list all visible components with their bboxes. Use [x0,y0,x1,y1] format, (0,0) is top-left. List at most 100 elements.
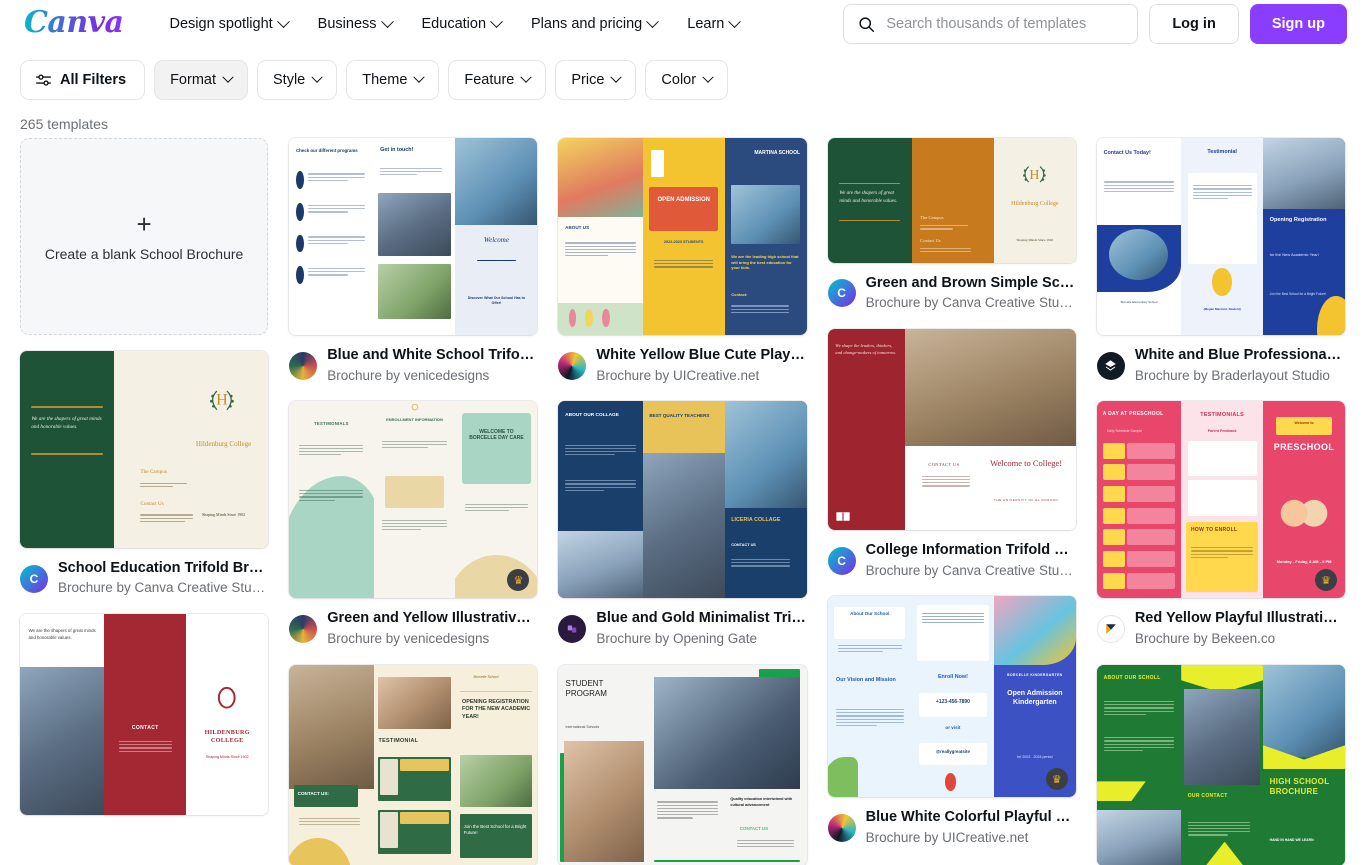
uicreative-avatar[interactable] [558,351,587,380]
template-card-high-school-brochure[interactable]: ABOUT OUR SCHOLL OUR CONTACT HIGH SCHOOL… [1096,664,1346,865]
canva-logo[interactable]: Canva [18,5,130,43]
thumb-quote: We are the shapers of great minds and ho… [28,628,96,641]
thumb-title: OPENING REGISTRATION FOR THE NEW ACADEMI… [462,698,531,720]
login-button[interactable]: Log in [1149,4,1239,44]
venice-avatar[interactable] [289,351,318,380]
template-author: Brochure by UICreative.net [865,830,1029,845]
template-card-green-brown-simple-school[interactable]: We are the shapers of great minds and ho… [827,138,1076,313]
all-filters-button[interactable]: All Filters [20,60,146,100]
thumb-heading: About Our School [850,610,890,616]
thumb-tagline: Shaping Minds Since 1902 [1016,237,1054,242]
template-author: Brochure by Braderlayout Studio [1134,367,1330,383]
nav-item-learn[interactable]: Learn [673,8,753,40]
thumb-heading: ENROLLMENT INFORMATION [386,417,443,423]
filter-color[interactable]: Color [645,60,729,100]
thumb-tagline: Shaping Minds Since 1902 [205,755,249,760]
thumb-visit: or visit [945,725,961,731]
template-meta: White Yellow Blue Cute Play… Brochure by… [558,346,806,385]
filter-feature[interactable]: Feature [448,60,547,100]
chevron-down-icon [276,14,290,28]
sliders-icon [36,73,51,86]
thumb-brand: BORCELLE KINDERGARTEN [1007,672,1063,677]
template-title: Red Yellow Playful Illustrati… [1134,610,1338,627]
thumb-join: Join the Best School for a Bright Future… [463,823,527,835]
thumb-title: HIGH SCHOOL BROCHURE [1269,777,1330,796]
wreath-icon: H [1023,166,1047,183]
template-meta: C College Information Trifold … Brochure… [827,541,1076,580]
thumb-sched: Daily Schedule Sample [1106,428,1142,433]
filter-style[interactable]: Style [257,60,338,100]
template-card-hildenburg-red[interactable]: We are the shapers of great minds and ho… [20,614,269,816]
filter-label: Price [571,72,605,88]
template-card-white-blue-professional[interactable]: Contact Us Today! Borcelle Elementary Sc… [1096,138,1346,385]
template-thumbnail[interactable]: ABOUT OUR COLLAGE BEST QUALITY TEACHERS … [558,401,807,599]
template-card-red-yellow-playful[interactable]: A DAY AT PRESCHOOL Daily Schedule Sample [1096,401,1346,648]
uicreative-avatar[interactable] [827,814,856,843]
filter-price[interactable]: Price [555,60,637,100]
template-card-school-education-trifold[interactable]: We are the shapers of great minds and ho… [20,350,269,598]
thumb-quote: We are the shapers of great minds and ho… [839,191,898,204]
search-input[interactable] [886,16,1124,32]
template-thumbnail[interactable]: CONTACT US: TESTIMONIAL Borcelle School … [289,664,538,865]
template-thumbnail[interactable]: STUDENT PROGRAM International Schools Qu… [558,664,807,865]
thumb-tagline: Shaping Minds Since 1902 [201,512,246,518]
canva-logo-avatar[interactable]: C [20,564,48,593]
template-thumbnail[interactable]: ABOUT OUR SCHOLL OUR CONTACT HIGH SCHOOL… [1096,664,1346,865]
bekeen-logo-icon [1106,624,1116,634]
template-thumbnail[interactable]: About Our School Our Vision and Mission … [827,596,1076,798]
template-thumbnail[interactable]: We are the shapers of great minds and ho… [20,350,269,548]
template-title: Green and Yellow Illustrativ… [327,610,531,627]
braderlayout-avatar[interactable] [1096,351,1125,380]
template-card-blue-white-colorful-playful[interactable]: About Our School Our Vision and Mission … [827,596,1076,847]
template-thumbnail[interactable]: We shape the leaders, thinkers, and chan… [827,329,1076,531]
template-card-college-information-trifold[interactable]: We shape the leaders, thinkers, and chan… [827,329,1076,580]
template-thumbnail[interactable]: Contact Us Today! Borcelle Elementary Sc… [1096,138,1346,335]
nav-item-business[interactable]: Business [304,8,406,40]
canva-logo-avatar[interactable]: C [827,546,856,575]
chevron-down-icon [520,71,533,83]
template-card-blue-white-school-trifold[interactable]: Check our different programs Get in touc… [289,138,538,385]
opening-gate-avatar[interactable] [558,615,587,644]
thumb-university: THE UNIVERSITY OF EL DORADO [993,497,1059,502]
nav-item-design-spotlight[interactable]: Design spotlight [156,8,302,40]
thumb-hours: Monday - Friday, 8 AM - 5 PM [1276,558,1332,564]
template-title: Blue White Colorful Playful … [865,809,1071,826]
template-thumbnail[interactable]: We are the shapers of great minds and ho… [827,138,1076,263]
template-card-opening-registration[interactable]: CONTACT US: TESTIMONIAL Borcelle School … [289,664,538,865]
filter-format[interactable]: Format [154,60,248,100]
nav-item-plans-and-pricing[interactable]: Plans and pricing [517,8,671,40]
search-box[interactable] [843,4,1139,44]
template-meta: Green and Yellow Illustrativ… Brochure b… [289,609,537,648]
template-thumbnail[interactable]: ABOUT US OPEN ADMISSION 2022-2023 STUDEN… [558,138,807,335]
template-title: Green and Brown Simple Sc… [865,274,1075,291]
template-thumbnail[interactable]: A DAY AT PRESCHOOL Daily Schedule Sample [1096,401,1346,599]
template-title: White Yellow Blue Cute Play… [596,346,805,363]
wreath-icon [218,686,237,709]
filter-theme[interactable]: Theme [346,60,440,100]
wreath-icon: H [210,391,234,411]
thumb-college-name: Hildenburg College [195,439,252,448]
filter-label: Style [273,72,306,88]
grid-column-2: Check our different programs Get in touc… [289,138,538,865]
template-card-blue-gold-minimalist[interactable]: ABOUT OUR COLLAGE BEST QUALITY TEACHERS … [558,401,807,648]
signup-button[interactable]: Sign up [1249,4,1347,44]
venice-avatar[interactable] [289,615,318,644]
nav-label: Design spotlight [169,16,273,32]
thumb-heading: TESTIMONIALS [1200,412,1244,419]
bekeen-avatar[interactable] [1096,615,1125,644]
thumb-open: Open Admission Kindergarten [1007,689,1063,706]
thumb-contact: CONTACT US [739,825,769,831]
thumb-heading: BEST QUALITY TEACHERS [649,413,710,419]
canva-logo-avatar[interactable]: C [827,279,856,308]
template-card-green-yellow-illustrative[interactable]: TESTIMONIALS ENROLLMENT INFORMATION WELC… [289,401,538,648]
template-card-white-yellow-blue-cute[interactable]: ABOUT US OPEN ADMISSION 2022-2023 STUDEN… [558,138,807,385]
create-blank-card[interactable]: + Create a blank School Brochure [20,138,269,335]
template-card-student-program[interactable]: STUDENT PROGRAM International Schools Qu… [558,664,807,865]
template-thumbnail[interactable]: We are the shapers of great minds and ho… [20,614,269,816]
nav-item-education[interactable]: Education [408,8,516,40]
template-thumbnail[interactable]: Check our different programs Get in touc… [289,138,538,335]
svg-text:H: H [1030,168,1040,183]
template-thumbnail[interactable]: TESTIMONIALS ENROLLMENT INFORMATION WELC… [289,401,538,599]
thumb-period: for 2023 - 2024 period [1017,755,1053,760]
svg-text:H: H [216,392,228,409]
